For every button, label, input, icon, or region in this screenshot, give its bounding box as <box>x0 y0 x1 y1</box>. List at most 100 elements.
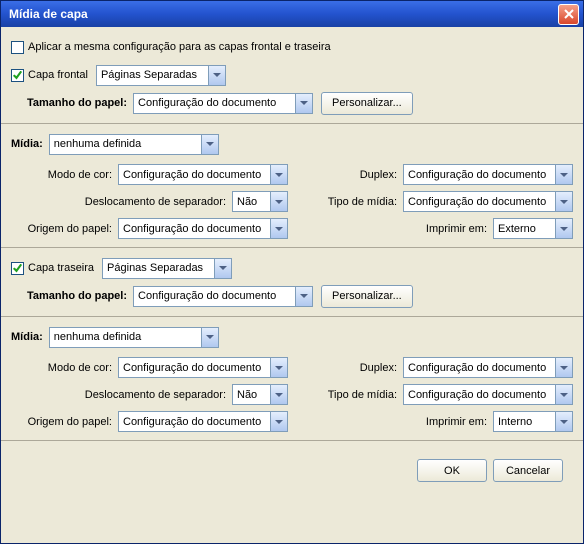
back-duplex-select[interactable]: Configuração do documento <box>403 357 573 378</box>
back-mode-value: Páginas Separadas <box>107 262 210 274</box>
front-cover-checkbox[interactable] <box>11 69 24 82</box>
back-mediatype-select[interactable]: Configuração do documento <box>403 384 573 405</box>
back-cover-checkbox[interactable] <box>11 262 24 275</box>
front-mediatype-label: Tipo de mídia: <box>328 196 397 208</box>
front-colormode-select[interactable]: Configuração do documento <box>118 164 288 185</box>
apply-same-label: Aplicar a mesma configuração para as cap… <box>28 41 331 53</box>
back-sepoffset-select[interactable]: Não <box>232 384 288 405</box>
front-mediatype-value: Configuração do documento <box>408 196 551 208</box>
front-printon-field: Imprimir em: Externo <box>296 218 573 239</box>
back-paperorigin-label: Origem do papel: <box>28 416 112 428</box>
back-printon-select[interactable]: Interno <box>493 411 573 432</box>
dialog-footer: OK Cancelar <box>11 449 573 492</box>
chevron-down-icon <box>555 165 572 184</box>
chevron-down-icon <box>555 192 572 211</box>
divider <box>1 440 583 441</box>
front-duplex-select[interactable]: Configuração do documento <box>403 164 573 185</box>
front-sepoffset-label: Deslocamento de separador: <box>85 196 226 208</box>
chevron-down-icon <box>555 219 572 238</box>
front-mediatype-select[interactable]: Configuração do documento <box>403 191 573 212</box>
back-duplex-label: Duplex: <box>360 362 397 374</box>
cancel-label: Cancelar <box>506 465 550 477</box>
back-media-select[interactable]: nenhuma definida <box>49 327 219 348</box>
front-paperorigin-select[interactable]: Configuração do documento <box>118 218 288 239</box>
divider <box>1 316 583 317</box>
front-cover-row: Capa frontal Páginas Separadas <box>11 63 573 87</box>
front-papersize-row: Tamanho do papel: Configuração do docume… <box>27 91 573 115</box>
chevron-down-icon <box>295 94 312 113</box>
front-mediatype-field: Tipo de mídia: Configuração do documento <box>296 191 573 212</box>
back-media-label: Mídia: <box>11 331 43 343</box>
front-paperorigin-value: Configuração do documento <box>123 223 266 235</box>
front-duplex-label: Duplex: <box>360 169 397 181</box>
back-colormode-select[interactable]: Configuração do documento <box>118 357 288 378</box>
back-printon-field: Imprimir em: Interno <box>296 411 573 432</box>
ok-button[interactable]: OK <box>417 459 487 482</box>
divider <box>1 123 583 124</box>
dialog-window: Mídia de capa Aplicar a mesma configuraç… <box>0 0 584 544</box>
front-duplex-field: Duplex: Configuração do documento <box>296 164 573 185</box>
front-sepoffset-select[interactable]: Não <box>232 191 288 212</box>
front-colormode-label: Modo de cor: <box>48 169 112 181</box>
back-sepoffset-value: Não <box>237 389 266 401</box>
dialog-content: Aplicar a mesma configuração para as cap… <box>1 27 583 543</box>
back-paperorigin-select[interactable]: Configuração do documento <box>118 411 288 432</box>
back-printon-label: Imprimir em: <box>426 416 487 428</box>
chevron-down-icon <box>270 385 287 404</box>
front-colormode-field: Modo de cor: Configuração do documento <box>11 164 288 185</box>
chevron-down-icon <box>208 66 225 85</box>
back-printon-value: Interno <box>498 416 551 428</box>
front-sepoffset-value: Não <box>237 196 266 208</box>
chevron-down-icon <box>201 135 218 154</box>
back-mediatype-field: Tipo de mídia: Configuração do documento <box>296 384 573 405</box>
apply-same-row: Aplicar a mesma configuração para as cap… <box>11 35 573 59</box>
chevron-down-icon <box>270 219 287 238</box>
titlebar: Mídia de capa <box>1 1 583 27</box>
chevron-down-icon <box>555 385 572 404</box>
front-customize-button[interactable]: Personalizar... <box>321 92 413 115</box>
back-mediatype-label: Tipo de mídia: <box>328 389 397 401</box>
back-papersize-label: Tamanho do papel: <box>27 290 127 302</box>
back-sepoffset-field: Deslocamento de separador: Não <box>11 384 288 405</box>
divider <box>1 247 583 248</box>
back-customize-label: Personalizar... <box>332 290 402 302</box>
close-button[interactable] <box>558 4 579 25</box>
chevron-down-icon <box>295 287 312 306</box>
chevron-down-icon <box>270 192 287 211</box>
back-colormode-value: Configuração do documento <box>123 362 266 374</box>
front-printon-value: Externo <box>498 223 551 235</box>
front-paperorigin-field: Origem do papel: Configuração do documen… <box>11 218 288 239</box>
chevron-down-icon <box>555 412 572 431</box>
back-cover-row: Capa traseira Páginas Separadas <box>11 256 573 280</box>
apply-same-checkbox[interactable] <box>11 41 24 54</box>
back-media-value: nenhuma definida <box>54 331 197 343</box>
back-duplex-value: Configuração do documento <box>408 362 551 374</box>
cancel-button[interactable]: Cancelar <box>493 459 563 482</box>
ok-label: OK <box>444 465 460 477</box>
back-papersize-value: Configuração do documento <box>138 290 291 302</box>
back-papersize-select[interactable]: Configuração do documento <box>133 286 313 307</box>
front-customize-label: Personalizar... <box>332 97 402 109</box>
front-printon-select[interactable]: Externo <box>493 218 573 239</box>
front-mode-value: Páginas Separadas <box>101 69 204 81</box>
front-mode-select[interactable]: Páginas Separadas <box>96 65 226 86</box>
front-papersize-select[interactable]: Configuração do documento <box>133 93 313 114</box>
front-media-label: Mídia: <box>11 138 43 150</box>
back-mode-select[interactable]: Páginas Separadas <box>102 258 232 279</box>
back-customize-button[interactable]: Personalizar... <box>321 285 413 308</box>
chevron-down-icon <box>270 412 287 431</box>
chevron-down-icon <box>555 358 572 377</box>
close-icon <box>564 9 574 19</box>
front-paperorigin-label: Origem do papel: <box>28 223 112 235</box>
front-media-select[interactable]: nenhuma definida <box>49 134 219 155</box>
front-sepoffset-field: Deslocamento de separador: Não <box>11 191 288 212</box>
back-papersize-row: Tamanho do papel: Configuração do docume… <box>27 284 573 308</box>
chevron-down-icon <box>270 358 287 377</box>
front-media-row: Mídia: nenhuma definida <box>11 132 573 156</box>
back-paperorigin-field: Origem do papel: Configuração do documen… <box>11 411 288 432</box>
front-grid: Modo de cor: Configuração do documento D… <box>11 164 573 239</box>
chevron-down-icon <box>214 259 231 278</box>
back-duplex-field: Duplex: Configuração do documento <box>296 357 573 378</box>
front-printon-label: Imprimir em: <box>426 223 487 235</box>
back-media-row: Mídia: nenhuma definida <box>11 325 573 349</box>
